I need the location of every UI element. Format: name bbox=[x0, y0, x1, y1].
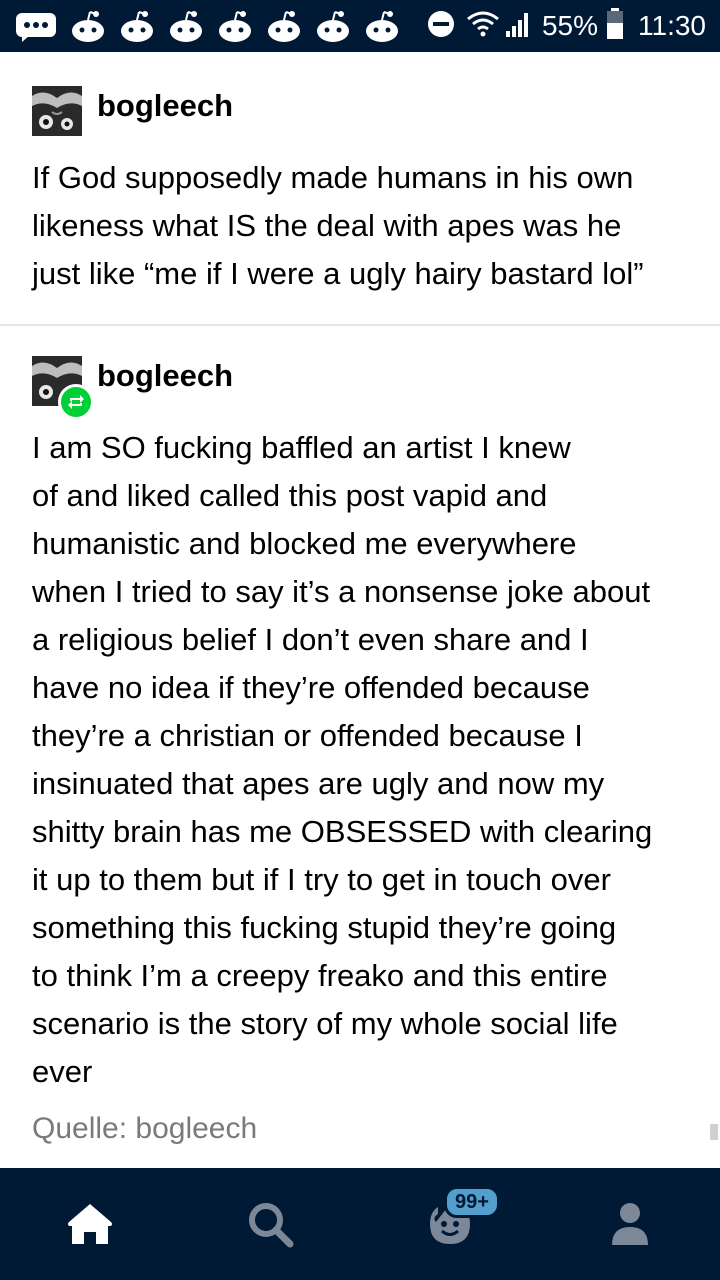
account-icon[interactable] bbox=[602, 1196, 658, 1252]
reblog-icon bbox=[58, 384, 94, 420]
avatar[interactable] bbox=[32, 86, 82, 136]
post-divider bbox=[0, 324, 720, 326]
search-icon[interactable] bbox=[242, 1196, 298, 1252]
home-icon[interactable] bbox=[62, 1196, 118, 1252]
status-bar: 55% 11:30 bbox=[0, 0, 720, 52]
chat-bubble-icon bbox=[14, 9, 58, 48]
scrollbar[interactable] bbox=[710, 1124, 718, 1140]
source-link[interactable]: Quelle: bogleech bbox=[32, 1112, 257, 1146]
post-username[interactable]: bogleech bbox=[97, 358, 233, 394]
reddit-alien-icon bbox=[216, 9, 254, 48]
notification-icons bbox=[14, 9, 412, 48]
wifi-icon bbox=[466, 9, 500, 44]
reddit-alien-icon bbox=[314, 9, 352, 48]
battery-percent: 55% bbox=[541, 10, 598, 41]
reddit-alien-icon bbox=[69, 9, 107, 48]
bottom-nav: 99+ bbox=[0, 1168, 720, 1280]
status-indicators: 55% 11:30 bbox=[426, 0, 706, 52]
battery-icon bbox=[606, 7, 624, 45]
do-not-disturb-icon bbox=[426, 9, 456, 44]
post-content[interactable]: bogleech If God supposedly made humans i… bbox=[0, 52, 720, 1168]
reddit-alien-icon bbox=[167, 9, 205, 48]
signal-icon bbox=[504, 9, 532, 44]
notification-badge: 99+ bbox=[444, 1186, 500, 1218]
reddit-alien-icon bbox=[363, 9, 401, 48]
post-text: If God supposedly made humans in his own… bbox=[32, 160, 644, 291]
clock: 11:30 bbox=[638, 10, 706, 41]
reddit-alien-icon bbox=[118, 9, 156, 48]
post-username[interactable]: bogleech bbox=[97, 88, 233, 124]
reddit-alien-icon bbox=[265, 9, 303, 48]
post-text: I am SO fucking baffled an artist I knew… bbox=[32, 430, 653, 1089]
